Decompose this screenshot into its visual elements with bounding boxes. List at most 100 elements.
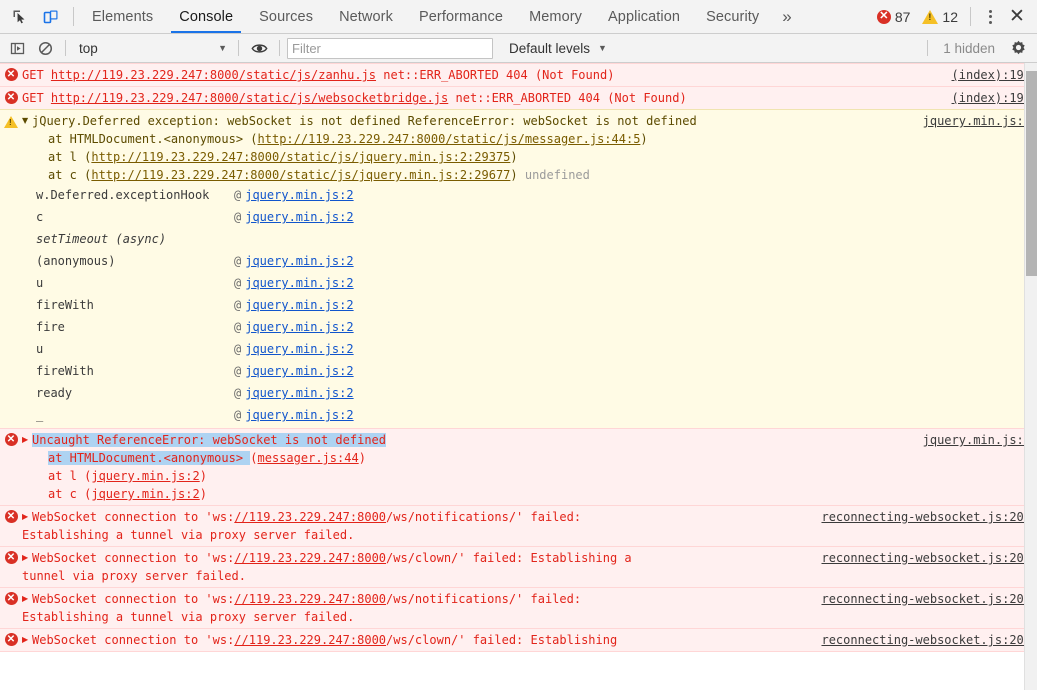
message-source-link[interactable]: reconnecting-websocket.js:209 bbox=[807, 549, 1031, 567]
expand-triangle-icon[interactable]: ▶ bbox=[22, 631, 31, 649]
stack-line-link[interactable]: jquery.min.js:2 bbox=[91, 469, 199, 483]
call-frame-source-link[interactable]: jquery.min.js:2 bbox=[245, 272, 353, 294]
gear-icon[interactable] bbox=[1005, 36, 1031, 60]
log-levels-dropdown[interactable]: Default levels ▼ bbox=[503, 41, 613, 56]
stack-line: at l (jquery.min.js:2) bbox=[48, 467, 1031, 485]
msg8-url-link[interactable]: //119.23.229.247:8000 bbox=[234, 633, 386, 647]
expand-triangle-icon[interactable]: ▶ bbox=[22, 431, 31, 449]
tab-memory[interactable]: Memory bbox=[516, 0, 595, 33]
message-text: ▶ Uncaught ReferenceError: webSocket is n… bbox=[22, 431, 909, 449]
call-frame-source-link[interactable]: jquery.min.js:2 bbox=[245, 404, 353, 426]
console-scrollbar[interactable] bbox=[1024, 63, 1037, 690]
message-source-link[interactable]: (index):194 bbox=[938, 66, 1031, 84]
execution-context-selector[interactable]: top ▼ bbox=[73, 38, 231, 58]
msg7-url-link[interactable]: //119.23.229.247:8000 bbox=[234, 592, 386, 606]
inspect-element-icon[interactable] bbox=[6, 4, 32, 30]
console-message-row[interactable]: ✕ GET http://119.23.229.247:8000/static/… bbox=[0, 86, 1037, 110]
tab-network[interactable]: Network bbox=[326, 0, 406, 33]
filterbar-divider-1 bbox=[65, 40, 66, 56]
message-line: GET http://119.23.229.247:8000/static/js… bbox=[22, 89, 1031, 107]
stack-line-link[interactable]: http://119.23.229.247:8000/static/js/jqu… bbox=[91, 168, 510, 182]
message-source-link[interactable]: jquery.min.js:2 bbox=[909, 112, 1031, 130]
msg1-url-link[interactable]: http://119.23.229.247:8000/static/js/zan… bbox=[51, 68, 376, 82]
message-line: ▶ WebSocket connection to 'ws://119.23.22… bbox=[22, 549, 1031, 585]
tab-label: Network bbox=[339, 8, 393, 25]
expand-triangle-icon[interactable]: ▼ bbox=[22, 112, 31, 130]
stack-line-link[interactable]: jquery.min.js:2 bbox=[91, 487, 199, 501]
live-expression-eye-icon[interactable] bbox=[246, 36, 272, 60]
call-frame-source-link[interactable]: jquery.min.js:2 bbox=[245, 294, 353, 316]
msg6-url-link[interactable]: //119.23.229.247:8000 bbox=[234, 551, 386, 565]
msg1-pre: GET bbox=[22, 68, 51, 82]
message-body: ▶ WebSocket connection to 'ws://119.23.22… bbox=[22, 631, 1037, 649]
more-options-icon[interactable] bbox=[978, 4, 1002, 30]
call-frame-source-link[interactable]: jquery.min.js:2 bbox=[245, 184, 353, 206]
more-tabs-icon[interactable]: » bbox=[772, 0, 801, 33]
message-source-link[interactable]: reconnecting-websocket.js:209 bbox=[807, 590, 1031, 608]
stack-line-post: ) bbox=[199, 487, 207, 501]
call-frame-row: setTimeout (async) bbox=[36, 228, 1031, 250]
stack-line-pre: at HTMLDocument.<anonymous> ( bbox=[48, 132, 258, 146]
expand-triangle-icon[interactable]: ▶ bbox=[22, 590, 31, 608]
hidden-messages-label[interactable]: 1 hidden bbox=[935, 41, 1003, 56]
tab-console[interactable]: Console bbox=[166, 0, 246, 33]
console-message-list[interactable]: ✕ GET http://119.23.229.247:8000/static/… bbox=[0, 63, 1037, 690]
console-message-row[interactable]: ✕ ▶ WebSocket connection to 'ws://119.23.… bbox=[0, 546, 1037, 588]
call-frame-source-link[interactable]: jquery.min.js:2 bbox=[245, 338, 353, 360]
device-toolbar-icon[interactable] bbox=[38, 4, 64, 30]
expand-triangle-icon[interactable]: ▶ bbox=[22, 549, 31, 567]
tab-application[interactable]: Application bbox=[595, 0, 693, 33]
console-message-row[interactable]: ▼jQuery.Deferred exception: webSocket is… bbox=[0, 109, 1037, 429]
console-message-row[interactable]: ✕ ▶ WebSocket connection to 'ws://119.23.… bbox=[0, 505, 1037, 547]
console-sidebar-toggle-icon[interactable] bbox=[4, 36, 30, 60]
at-symbol: @ bbox=[234, 210, 242, 224]
message-line: ▶ Uncaught ReferenceError: webSocket is n… bbox=[22, 431, 1031, 449]
console-message-row[interactable]: ✕ ▶ WebSocket connection to 'ws://119.23.… bbox=[0, 587, 1037, 629]
stack-line-link[interactable]: messager.js:44 bbox=[258, 451, 359, 465]
stack-line-link[interactable]: http://119.23.229.247:8000/static/js/jqu… bbox=[91, 150, 510, 164]
message-line: ▶ WebSocket connection to 'ws://119.23.22… bbox=[22, 508, 1031, 544]
filterbar-divider-2 bbox=[238, 40, 239, 56]
at-symbol: @ bbox=[234, 386, 242, 400]
expand-triangle-icon[interactable]: ▶ bbox=[22, 508, 31, 526]
call-frame-source-link[interactable]: jquery.min.js:2 bbox=[245, 250, 353, 272]
call-frame-row: c @ jquery.min.js:2 bbox=[36, 206, 1031, 228]
filter-input[interactable] bbox=[287, 37, 493, 59]
msg3-stack-lines: at HTMLDocument.<anonymous> (http://119.… bbox=[22, 130, 1031, 184]
toolbar-divider bbox=[73, 7, 74, 26]
stack-line-paren: ( bbox=[250, 451, 258, 465]
call-frame-function: fireWith bbox=[36, 364, 94, 378]
tab-security[interactable]: Security bbox=[693, 0, 772, 33]
msg4-stack-lines: at HTMLDocument.<anonymous> (messager.js… bbox=[22, 449, 1031, 503]
error-count-badge[interactable]: ✕ 87 bbox=[872, 9, 916, 25]
error-icon: ✕ bbox=[4, 551, 18, 564]
message-source-link[interactable]: reconnecting-websocket.js:209 bbox=[807, 631, 1031, 649]
msg5-url-link[interactable]: //119.23.229.247:8000 bbox=[234, 510, 386, 524]
message-gutter: ✕ bbox=[0, 631, 22, 649]
stack-line: at HTMLDocument.<anonymous> (http://119.… bbox=[48, 130, 1031, 148]
at-symbol: @ bbox=[234, 408, 242, 422]
call-frame-source-link[interactable]: jquery.min.js:2 bbox=[245, 206, 353, 228]
close-devtools-button[interactable]: ✕ bbox=[1004, 4, 1030, 30]
console-message-row[interactable]: ✕ ▶ Uncaught ReferenceError: webSocket is… bbox=[0, 428, 1037, 506]
call-frame-source-link[interactable]: jquery.min.js:2 bbox=[245, 360, 353, 382]
clear-console-icon[interactable] bbox=[32, 36, 58, 60]
message-body: GET http://119.23.229.247:8000/static/js… bbox=[22, 66, 1037, 84]
call-frame-source-link[interactable]: jquery.min.js:2 bbox=[245, 382, 353, 404]
warning-count-badge[interactable]: 12 bbox=[917, 9, 963, 25]
msg2-url-link[interactable]: http://119.23.229.247:8000/static/js/web… bbox=[51, 91, 448, 105]
stack-line-post: ) bbox=[199, 469, 207, 483]
console-message-row[interactable]: ✕ ▶ WebSocket connection to 'ws://119.23.… bbox=[0, 628, 1037, 652]
stack-line-link[interactable]: http://119.23.229.247:8000/static/js/mes… bbox=[258, 132, 641, 146]
message-source-link[interactable]: jquery.min.js:2 bbox=[909, 431, 1031, 449]
tab-sources[interactable]: Sources bbox=[246, 0, 326, 33]
message-source-link[interactable]: (index):195 bbox=[938, 89, 1031, 107]
call-frame-source-link[interactable]: jquery.min.js:2 bbox=[245, 316, 353, 338]
tab-performance[interactable]: Performance bbox=[406, 0, 516, 33]
tab-elements[interactable]: Elements bbox=[79, 0, 166, 33]
message-source-link[interactable]: reconnecting-websocket.js:209 bbox=[807, 508, 1031, 526]
message-text: GET http://119.23.229.247:8000/static/js… bbox=[22, 89, 938, 107]
console-message-row[interactable]: ✕ GET http://119.23.229.247:8000/static/… bbox=[0, 63, 1037, 87]
console-scrollbar-thumb[interactable] bbox=[1026, 71, 1037, 276]
call-frame-function: ready bbox=[36, 386, 73, 400]
